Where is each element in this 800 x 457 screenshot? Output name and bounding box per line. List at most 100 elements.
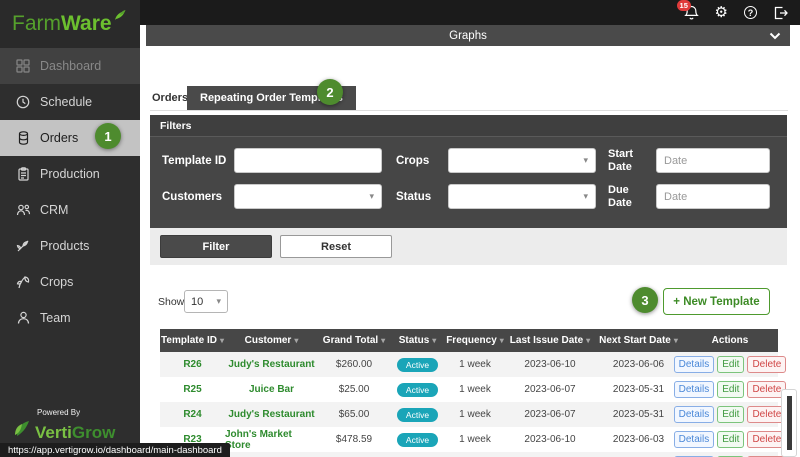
cell-status: Active (390, 427, 445, 452)
table-header-row: Template ID ▾ Customer ▾ Grand Total ▾ Stat… (160, 329, 778, 352)
chevron-down-icon: ▾ (583, 155, 588, 166)
vertigrow-leaf-icon (13, 418, 33, 443)
sidebar-nav: Dashboard Schedule Orders Production CRM (0, 48, 140, 336)
logo-text-ware: Ware (61, 12, 112, 35)
cell-frequency: 1 week (459, 384, 491, 395)
cell-next-start-date (595, 452, 682, 457)
notification-badge: 15 (676, 0, 691, 11)
cell-customer[interactable]: John's Market Store (225, 427, 318, 452)
clock-icon (15, 94, 31, 110)
sidebar-item-label: Orders (40, 131, 79, 145)
cell-template-id[interactable]: R24 (160, 402, 225, 427)
sort-icon: ▾ (381, 336, 386, 345)
tab-orders[interactable]: Orders (152, 92, 188, 104)
cell-template-id[interactable]: R25 (160, 377, 225, 402)
table-row: R24 Judy's Restaurant $65.00 Active 1 we… (160, 402, 787, 427)
show-label: Show (158, 296, 185, 308)
settings-gear-icon[interactable]: ⚙ (715, 5, 728, 20)
scrollbar-thumb[interactable] (787, 396, 792, 450)
edit-button[interactable]: Edit (717, 356, 745, 373)
sidebar-item-products[interactable]: Products (0, 228, 140, 264)
table-row: R23 John's Market Store $478.59 Active 1… (160, 427, 787, 452)
header-frequency[interactable]: Frequency ▾ (445, 329, 505, 352)
sidebar-item-production[interactable]: Production (0, 156, 140, 192)
cell-last-issue-date: 2023-06-10 (524, 359, 576, 370)
topbar: 15 ⚙ ? (140, 0, 800, 25)
details-button[interactable]: Details (673, 356, 715, 373)
chevron-down-icon: ▾ (216, 296, 221, 306)
cell-frequency: 1 week (459, 409, 491, 420)
page-size-select[interactable]: 10 ▾ (184, 290, 228, 313)
sidebar-item-crm[interactable]: CRM (0, 192, 140, 228)
filters-title: Filters (150, 115, 787, 137)
logout-icon[interactable] (773, 6, 788, 20)
collapse-chevron-down-icon[interactable] (769, 31, 781, 43)
cell-status: Active (390, 352, 445, 377)
sidebar-item-dashboard[interactable]: Dashboard (0, 48, 140, 84)
vertigrow-text-verti: Verti (35, 423, 72, 442)
cell-grand-total: $478.59 (335, 434, 373, 445)
notifications-bell-icon[interactable]: 15 (676, 0, 699, 21)
cell-customer[interactable]: Judy's Restaurant (225, 352, 318, 377)
table-row: R25 Juice Bar $25.00 Active 1 week 2023-… (160, 377, 787, 402)
sort-icon: ▾ (432, 336, 437, 345)
start-date-label: Start Date (608, 148, 634, 173)
start-date-input[interactable] (656, 148, 770, 174)
crops-label: Crops (396, 154, 430, 167)
cell-last-issue-date: 2023-06-10 (524, 434, 576, 445)
crops-icon (15, 274, 31, 290)
due-date-input[interactable] (656, 184, 770, 210)
leaf-icon (113, 9, 126, 27)
header-next-start-date[interactable]: Next Start Date ▾ (595, 329, 682, 352)
header-template-id[interactable]: Template ID ▾ (160, 329, 225, 352)
status-select[interactable]: ▾ (448, 184, 596, 210)
crops-select[interactable]: ▾ (448, 148, 596, 174)
cell-last-issue-date (505, 452, 595, 457)
annotation-step-2: 2 (317, 79, 343, 105)
header-grand-total[interactable]: Grand Total ▾ (318, 329, 390, 352)
filter-button[interactable]: Filter (160, 235, 272, 258)
sidebar-item-schedule[interactable]: Schedule (0, 84, 140, 120)
cell-grand-total (318, 452, 390, 457)
header-customer[interactable]: Customer ▾ (225, 329, 318, 352)
header-actions: Actions (711, 335, 749, 346)
delete-button[interactable]: Delete (747, 356, 787, 373)
template-id-label: Template ID (162, 154, 227, 167)
customers-select[interactable]: ▾ (234, 184, 382, 210)
edit-button[interactable]: Edit (717, 406, 745, 423)
new-template-button[interactable]: + New Template (663, 288, 770, 315)
cell-frequency (445, 452, 505, 457)
edit-button[interactable]: Edit (717, 381, 745, 398)
sidebar-item-crops[interactable]: Crops (0, 264, 140, 300)
details-button[interactable]: Details (673, 406, 715, 423)
vertigrow-text-grow: Grow (71, 423, 116, 442)
sidebar-item-label: Crops (40, 275, 74, 289)
customers-label: Customers (162, 190, 223, 203)
powered-by-label: Powered By (37, 408, 81, 417)
cell-template-id[interactable]: R26 (160, 352, 225, 377)
header-status[interactable]: Status ▾ (390, 329, 445, 352)
template-id-input[interactable] (234, 148, 382, 174)
annotation-step-1: 1 (95, 123, 121, 149)
clipboard-icon (15, 166, 31, 182)
sidebar-item-team[interactable]: Team (0, 300, 140, 336)
cell-frequency: 1 week (459, 434, 491, 445)
sidebar-item-label: Dashboard (40, 59, 102, 73)
cell-status: Active (390, 377, 445, 402)
sort-icon: ▾ (219, 336, 224, 345)
sort-icon: ▾ (499, 336, 504, 345)
details-button[interactable]: Details (673, 431, 715, 448)
vertical-scrollbar[interactable] (781, 389, 797, 457)
cell-last-issue-date: 2023-06-07 (524, 384, 576, 395)
sort-icon: ▾ (586, 336, 591, 345)
edit-button[interactable]: Edit (717, 431, 745, 448)
details-button[interactable]: Details (673, 381, 715, 398)
team-icon (15, 310, 31, 326)
sidebar-item-label: Team (40, 311, 71, 325)
help-icon[interactable]: ? (744, 6, 757, 19)
reset-button[interactable]: Reset (280, 235, 392, 258)
cell-customer[interactable]: Juice Bar (225, 377, 318, 402)
cell-customer[interactable]: Judy's Restaurant (225, 402, 318, 427)
cell-grand-total: $65.00 (338, 409, 370, 420)
header-last-issue-date[interactable]: Last Issue Date ▾ (505, 329, 595, 352)
